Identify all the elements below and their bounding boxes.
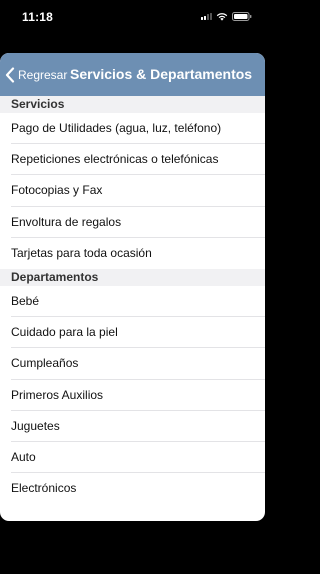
wifi-icon: [216, 12, 228, 21]
list-item-fotocopias-fax[interactable]: Fotocopias y Fax: [0, 175, 265, 207]
list-item-envoltura-regalos[interactable]: Envoltura de regalos: [0, 207, 265, 238]
section-departamentos: Departamentos Bebé Cuidado para la piel …: [0, 268, 265, 504]
list-item-juguetes[interactable]: Juguetes: [0, 411, 265, 443]
section-header: Departamentos: [0, 268, 265, 286]
list-item-cuidado-piel[interactable]: Cuidado para la piel: [0, 317, 265, 349]
back-label: Regresar: [18, 67, 68, 82]
modal-sheet: Regresar Servicios & Departamentos Servi…: [0, 53, 265, 521]
list-item-electronicos[interactable]: Electrónicos: [0, 473, 265, 504]
back-button[interactable]: Regresar: [5, 53, 67, 96]
status-time: 11:18: [22, 10, 54, 24]
navigation-bar: Regresar Servicios & Departamentos: [0, 53, 265, 96]
list-item-bebe[interactable]: Bebé: [0, 286, 265, 318]
status-icons: [201, 11, 252, 21]
list-item-cumpleanos[interactable]: Cumpleaños: [0, 348, 265, 380]
list-item-auto[interactable]: Auto: [0, 442, 265, 474]
section-header: Servicios: [0, 96, 265, 113]
chevron-left-icon: [5, 66, 15, 83]
cellular-signal-icon: [201, 12, 212, 20]
status-bar: 11:18: [0, 0, 265, 34]
section-servicios: Servicios Pago de Utilidades (agua, luz,…: [0, 96, 265, 269]
list-item-tarjetas[interactable]: Tarjetas para toda ocasión: [0, 238, 265, 269]
list-item-repeticiones[interactable]: Repeticiones electrónicas o telefónicas: [0, 144, 265, 176]
list-item-pago-utilidades[interactable]: Pago de Utilidades (agua, luz, teléfono): [0, 113, 265, 145]
page-title: Servicios & Departamentos: [70, 66, 253, 82]
list-item-primeros-auxilios[interactable]: Primeros Auxilios: [0, 380, 265, 411]
battery-icon: [232, 11, 252, 21]
